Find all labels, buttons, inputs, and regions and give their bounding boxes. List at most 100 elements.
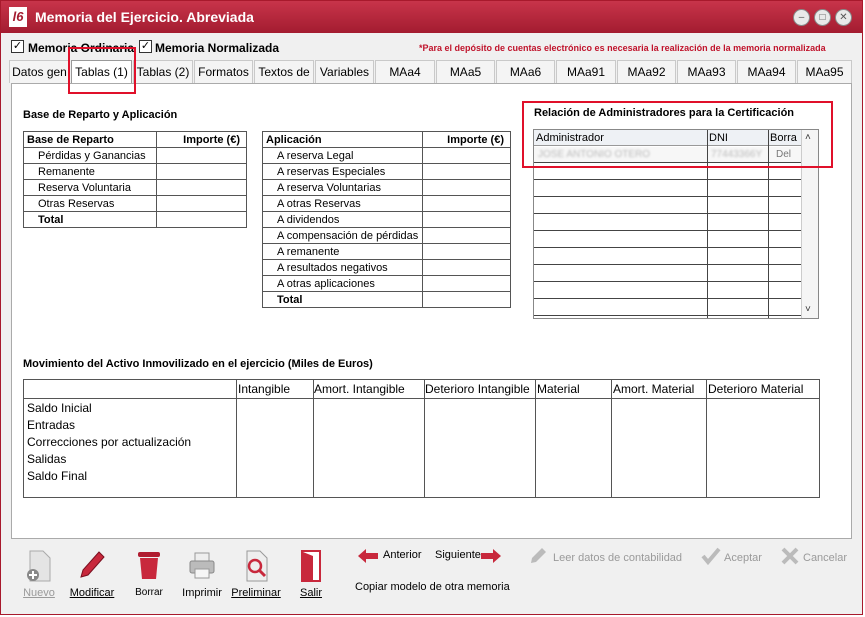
pencil-icon (531, 548, 546, 563)
base-amount-input[interactable] (155, 147, 248, 164)
movimiento-table: Intangible Amort. Intangible Deterioro I… (23, 379, 820, 498)
aplicacion-amount-input[interactable] (421, 243, 512, 260)
leer-datos-label: Leer datos de contabilidad (553, 552, 683, 564)
aplicacion-row-label: A resultados negativos (262, 259, 423, 276)
base-row-label: Reserva Voluntaria (23, 179, 157, 196)
aplicacion-row-label: A otras aplicaciones (262, 275, 423, 292)
administrador-row[interactable] (534, 181, 802, 197)
aplicacion-amount-input[interactable] (421, 147, 512, 164)
memoria-ordinaria-checkbox[interactable]: ✓ (11, 40, 24, 53)
cancelar-button[interactable]: Cancelar (780, 547, 852, 567)
col-material: Material (537, 382, 580, 396)
movimiento-row-label: Salidas (27, 452, 67, 466)
aplicacion-row-label: A reserva Legal (262, 147, 423, 164)
window-title: Memoria del Ejercicio. Abreviada (35, 9, 254, 25)
close-icon (781, 547, 799, 565)
base-total-value (155, 211, 248, 228)
aplicacion-amount-input[interactable] (421, 275, 512, 292)
tab-variables[interactable]: Variables (315, 60, 374, 83)
exit-door-icon (301, 550, 321, 582)
printer-icon (189, 552, 215, 579)
aplicacion-row-label: A reservas Especiales (262, 163, 423, 180)
maximize-icon[interactable]: □ (814, 9, 831, 26)
col-amort-material: Amort. Material (613, 382, 695, 396)
minimize-icon[interactable]: – (793, 9, 810, 26)
tab-highlight-box (68, 47, 136, 94)
aceptar-button[interactable]: Aceptar (701, 547, 771, 567)
aplicacion-amount-input[interactable] (421, 163, 512, 180)
tab-formatos[interactable]: Formatos (194, 60, 253, 83)
arrow-left-icon (358, 549, 378, 563)
tab-maa5[interactable]: MAa5 (436, 60, 495, 83)
administrador-row[interactable] (534, 198, 802, 214)
movimiento-row-label: Saldo Inicial (27, 401, 92, 415)
borrar-button[interactable]: Borrar (129, 549, 169, 601)
title-bar: l6 Memoria del Ejercicio. Abreviada – □ … (1, 1, 862, 33)
base-total-label: Total (23, 211, 157, 228)
movimiento-row-label: Correcciones por actualización (27, 435, 192, 449)
base-importe-header: Importe (€) (155, 131, 248, 148)
aplicacion-amount-input[interactable] (421, 211, 512, 228)
administrador-row[interactable] (534, 249, 802, 265)
aplicacion-amount-input[interactable] (421, 227, 512, 244)
nuevo-label: Nuevo (23, 587, 55, 599)
administradores-highlight-box (522, 101, 833, 168)
borrar-label: Borrar (135, 587, 163, 598)
tab-datos-generales[interactable]: Datos gen (9, 60, 70, 83)
aplicacion-row-label: A reserva Voluntarias (262, 179, 423, 196)
base-amount-input[interactable] (155, 195, 248, 212)
salir-label: Salir (299, 587, 322, 599)
base-row-label: Otras Reservas (23, 195, 157, 212)
salir-button[interactable]: Salir (291, 549, 331, 601)
administrador-row[interactable] (534, 232, 802, 248)
administrador-row[interactable] (534, 215, 802, 231)
tab-maa95[interactable]: MAa95 (797, 60, 852, 83)
imprimir-button[interactable]: Imprimir (180, 549, 224, 601)
modificar-button[interactable]: Modificar (67, 549, 117, 601)
tab-maa94[interactable]: MAa94 (737, 60, 796, 83)
tab-maa4[interactable]: MAa4 (375, 60, 435, 83)
aplicacion-header: Aplicación (262, 131, 423, 148)
tab-textos[interactable]: Textos de (254, 60, 314, 83)
aplicacion-row-label: A otras Reservas (262, 195, 423, 212)
preliminar-button[interactable]: Preliminar (231, 549, 281, 601)
memoria-normalizada-label: Memoria Normalizada (155, 41, 280, 55)
memoria-normalizada-checkbox[interactable]: ✓ (139, 40, 152, 53)
header-separator (24, 398, 819, 399)
administrador-row[interactable] (534, 300, 802, 316)
administrador-row[interactable] (534, 266, 802, 282)
tab-tablas-2[interactable]: Tablas (2) (133, 60, 193, 83)
base-reparto-header: Base de Reparto (23, 131, 157, 148)
tab-maa91[interactable]: MAa91 (556, 60, 616, 83)
aplicacion-total-label: Total (262, 291, 423, 308)
new-document-icon (27, 550, 51, 582)
tab-maa93[interactable]: MAa93 (677, 60, 736, 83)
copiar-modelo-button[interactable]: Copiar modelo de otra memoria (355, 581, 510, 593)
aplicacion-amount-input[interactable] (421, 195, 512, 212)
anterior-button[interactable]: Anterior (357, 547, 427, 565)
tab-maa6[interactable]: MAa6 (496, 60, 555, 83)
pencil-icon (80, 551, 105, 578)
administrador-row[interactable] (534, 283, 802, 299)
leer-datos-button[interactable]: Leer datos de contabilidad (529, 547, 689, 567)
aplicacion-row-label: A compensación de pérdidas (262, 227, 423, 244)
scroll-down-icon[interactable]: ˅ (805, 304, 811, 315)
nuevo-button[interactable]: Nuevo (17, 549, 61, 601)
base-amount-input[interactable] (155, 179, 248, 196)
close-icon[interactable]: ✕ (835, 9, 852, 26)
aplicacion-amount-input[interactable] (421, 259, 512, 276)
base-amount-input[interactable] (155, 163, 248, 180)
col-amort-intangible: Amort. Intangible (314, 382, 405, 396)
col-deterioro-intangible: Deterioro Intangible (425, 382, 530, 396)
base-reparto-table: Base de Reparto Importe (€) Pérdidas y G… (23, 131, 248, 228)
preview-icon (246, 550, 268, 582)
arrow-right-icon (481, 549, 501, 563)
siguiente-button[interactable]: Siguiente (435, 547, 505, 565)
trash-icon (138, 552, 160, 579)
imprimir-label: Imprimir (182, 587, 222, 599)
tab-maa92[interactable]: MAa92 (617, 60, 676, 83)
aplicacion-importe-header: Importe (€) (421, 131, 512, 148)
aplicacion-amount-input[interactable] (421, 179, 512, 196)
col-intangible: Intangible (238, 382, 291, 396)
base-row-label: Remanente (23, 163, 157, 180)
